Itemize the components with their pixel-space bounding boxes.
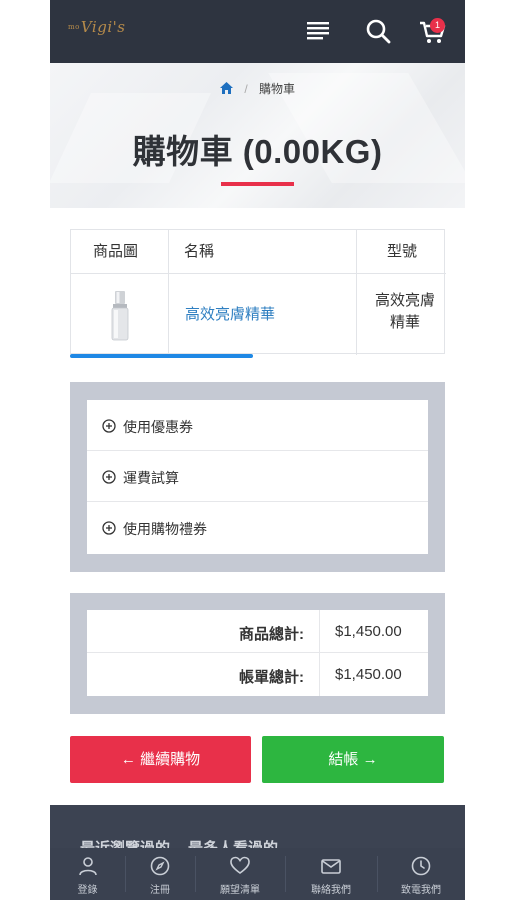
totals-divider — [319, 610, 320, 653]
column-divider — [356, 230, 357, 355]
user-icon — [78, 857, 97, 876]
totals-divider — [319, 653, 320, 696]
product-image[interactable] — [107, 290, 133, 342]
subtotal-label: 商品總計: — [239, 626, 304, 643]
cart-table: 商品圖 名稱 型號 高效亮膚精華 高效亮膚精華 — [70, 229, 446, 355]
column-divider — [168, 230, 169, 355]
option-label: 使用優惠券 — [123, 419, 193, 435]
nav-label: 致電我們 — [401, 885, 441, 896]
site-logo[interactable]: moVigi's — [68, 18, 125, 36]
page-hero: / 購物車 購物車 (0.00KG) — [50, 63, 465, 208]
page-title: 購物車 (0.00KG) — [132, 133, 383, 170]
table-horizontal-scrollbar[interactable] — [70, 354, 253, 358]
cart-count-badge: 1 — [430, 18, 445, 33]
plus-circle-icon — [102, 470, 116, 484]
home-icon[interactable] — [219, 82, 233, 94]
option-shipping-estimate[interactable]: 運費試算 — [87, 451, 428, 502]
column-header-model: 型號 — [387, 243, 418, 260]
cart-totals-panel: 商品總計: $1,450.00 帳單總計: $1,450.00 — [70, 593, 445, 714]
column-header-name: 名稱 — [184, 243, 215, 260]
nav-wishlist[interactable]: 願望清單 — [195, 848, 285, 900]
cart-options-panel: 使用優惠券 運費試算 使用購物禮券 — [70, 382, 445, 572]
grand-total-value: $1,450.00 — [335, 666, 402, 683]
nav-contact[interactable]: 聯絡我們 — [285, 848, 377, 900]
nav-label: 聯絡我們 — [311, 885, 351, 896]
breadcrumb: / 購物車 — [50, 80, 465, 97]
nav-label: 願望清單 — [220, 885, 260, 896]
continue-shopping-button[interactable]: ← 繼續購物 — [70, 736, 251, 783]
product-model: 高效亮膚精華 — [374, 292, 435, 331]
nav-login[interactable]: 登錄 — [50, 848, 125, 900]
row-divider — [71, 273, 446, 274]
option-label: 運費試算 — [123, 470, 179, 486]
nav-call[interactable]: 致電我們 — [377, 848, 465, 900]
nav-register[interactable]: 注冊 — [125, 848, 195, 900]
product-name-link[interactable]: 高效亮膚精華 — [185, 303, 275, 324]
grand-total-label: 帳單總計: — [239, 669, 304, 686]
cart-totals-table: 商品總計: $1,450.00 帳單總計: $1,450.00 — [87, 610, 428, 696]
breadcrumb-separator: / — [244, 82, 248, 96]
search-icon[interactable] — [364, 17, 392, 45]
heart-icon — [230, 856, 250, 874]
top-header: moVigi's 1 — [50, 0, 465, 63]
cart-options-list: 使用優惠券 運費試算 使用購物禮券 — [87, 400, 428, 554]
column-header-image: 商品圖 — [93, 243, 139, 260]
plus-circle-icon — [102, 521, 116, 535]
grand-total-row: 帳單總計: $1,450.00 — [87, 653, 428, 696]
plus-circle-icon — [102, 419, 116, 433]
option-label: 使用購物禮券 — [123, 521, 207, 537]
title-underline — [221, 182, 294, 186]
compass-icon — [150, 856, 170, 876]
subtotal-row: 商品總計: $1,450.00 — [87, 610, 428, 653]
option-coupon[interactable]: 使用優惠券 — [87, 400, 428, 451]
nav-label: 登錄 — [77, 885, 98, 896]
clock-icon — [411, 856, 431, 876]
breadcrumb-current: 購物車 — [259, 82, 296, 96]
nav-label: 注冊 — [150, 885, 170, 896]
option-gift-voucher[interactable]: 使用購物禮券 — [87, 502, 428, 553]
subtotal-value: $1,450.00 — [335, 623, 402, 640]
bottom-navigation: 登錄 注冊 願望清單 聯絡我們 致電我們 — [50, 848, 465, 900]
mobile-page: moVigi's 1 / 購物車 購物車 (0.00KG) 商品圖 名稱 型號 … — [50, 0, 465, 900]
mail-icon — [321, 859, 341, 874]
checkout-button[interactable]: 結帳 → — [262, 736, 444, 783]
menu-icon[interactable] — [304, 17, 332, 45]
